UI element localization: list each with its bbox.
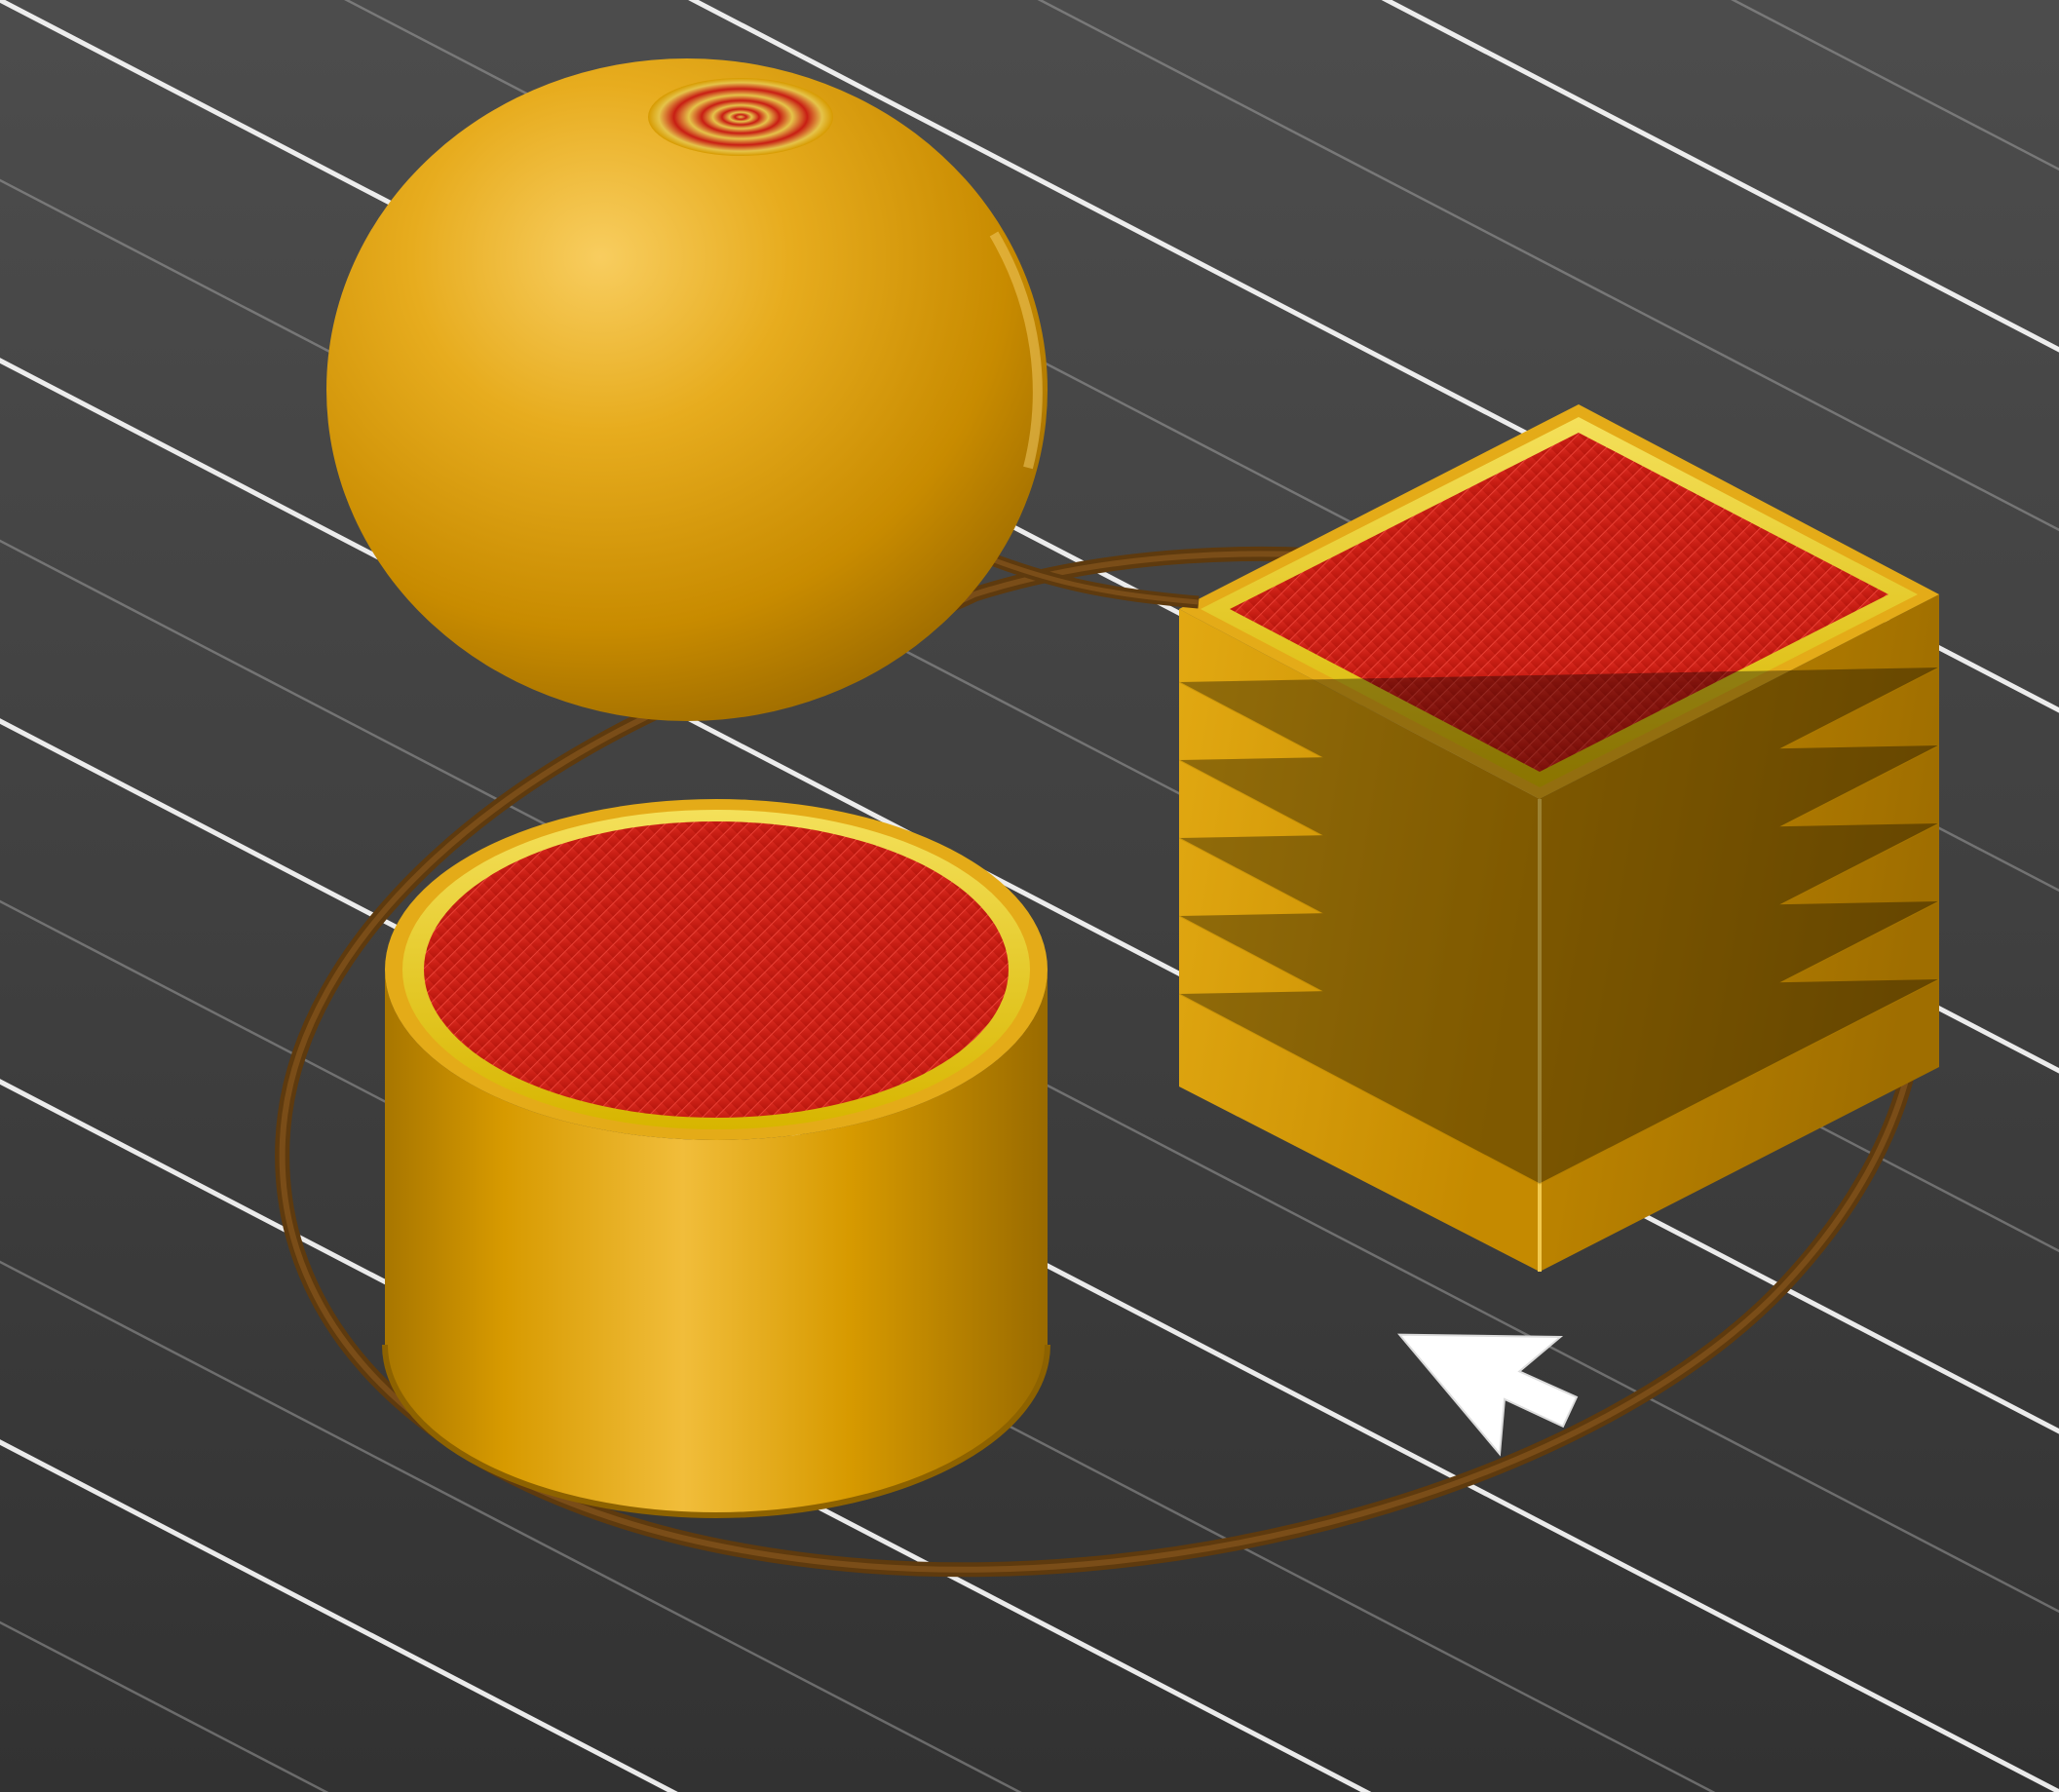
scene-canvas: ORIG [0, 0, 2059, 1792]
slicer-3d-viewport[interactable]: ORIG [0, 0, 2059, 1792]
sphere-object[interactable] [326, 58, 1048, 721]
cylinder-object[interactable] [385, 799, 1048, 1515]
